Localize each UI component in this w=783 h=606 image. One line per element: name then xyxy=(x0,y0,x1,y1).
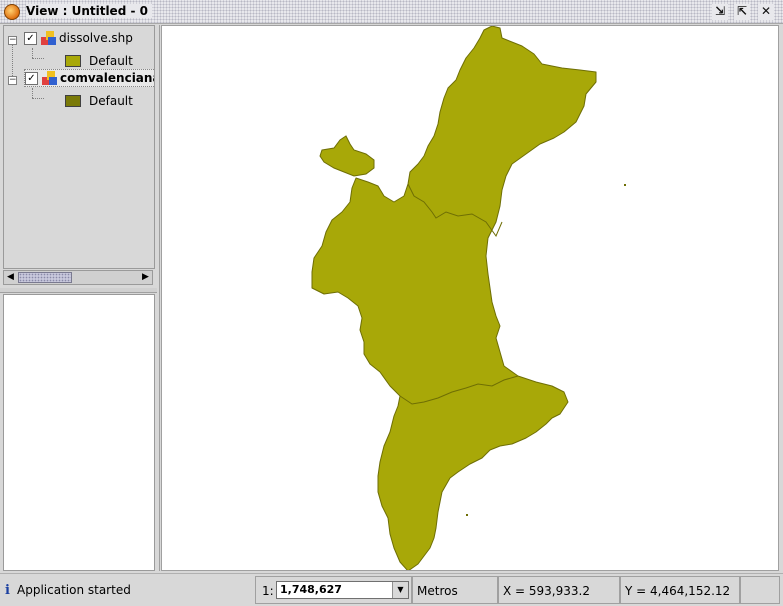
tree-line xyxy=(32,88,33,98)
chevron-down-icon[interactable]: ▼ xyxy=(392,582,408,598)
maximize-icon[interactable]: ⇱ xyxy=(734,4,750,20)
status-bar: i Application started 1: 1,748,627 ▼ Met… xyxy=(0,573,783,606)
scale-panel: 1: 1,748,627 ▼ xyxy=(255,576,412,604)
scale-combobox[interactable]: 1,748,627 ▼ xyxy=(276,581,409,599)
region-polygon-main[interactable] xyxy=(311,26,597,571)
layer-visibility-checkbox[interactable]: ✓ xyxy=(24,31,37,45)
locator-panel xyxy=(3,294,155,571)
toc-horizontal-scrollbar[interactable]: ◀ ▶ xyxy=(3,270,153,285)
legend-label: Default xyxy=(89,94,133,108)
scale-prefix: 1: xyxy=(262,584,274,598)
scrollbar-thumb[interactable] xyxy=(18,272,72,283)
info-icon: i xyxy=(5,583,10,598)
layer-visibility-checkbox[interactable]: ✓ xyxy=(25,71,38,85)
layer-item-comvalenciana[interactable]: ✓ comvalenciana xyxy=(24,69,155,87)
title-bar[interactable]: View : Untitled - 0 ⇲ ⇱ ✕ xyxy=(0,0,783,24)
expand-toggle-icon[interactable]: − xyxy=(8,36,17,45)
status-extra-field xyxy=(740,576,780,604)
tree-line xyxy=(12,40,13,80)
island-point xyxy=(466,514,468,516)
scroll-right-arrow-icon[interactable]: ▶ xyxy=(140,272,151,283)
layer-name: dissolve.shp xyxy=(59,31,133,45)
legend-color-swatch xyxy=(65,95,81,107)
close-icon[interactable]: ✕ xyxy=(758,4,774,20)
status-message: Application started xyxy=(17,583,131,597)
legend-item-default[interactable]: Default xyxy=(65,52,133,70)
window-title: View : Untitled - 0 xyxy=(26,4,152,18)
map-svg xyxy=(311,26,626,571)
expand-toggle-icon[interactable]: − xyxy=(8,76,17,85)
layer-item-dissolve[interactable]: ✓ dissolve.shp xyxy=(24,29,133,47)
map-canvas[interactable] xyxy=(161,25,779,571)
region-polygon-exclave[interactable] xyxy=(319,135,375,177)
view-window: View : Untitled - 0 ⇲ ⇱ ✕ − ✓ dissolve.s… xyxy=(0,0,783,606)
legend-item-default[interactable]: Default xyxy=(65,92,133,110)
scale-value: 1,748,627 xyxy=(280,583,342,596)
legend-color-swatch xyxy=(65,55,81,67)
vector-layer-icon xyxy=(42,70,57,86)
units-field: Metros xyxy=(412,576,498,604)
tree-line xyxy=(32,58,44,59)
scroll-left-arrow-icon[interactable]: ◀ xyxy=(5,272,16,283)
tree-line xyxy=(32,98,44,99)
panel-splitter[interactable] xyxy=(0,288,157,293)
layer-name: comvalenciana xyxy=(60,71,155,85)
left-panel: − ✓ dissolve.shp Default − ✓ comvalencia… xyxy=(0,25,160,571)
table-of-contents: − ✓ dissolve.shp Default − ✓ comvalencia… xyxy=(3,25,155,269)
tree-line xyxy=(32,48,33,58)
island-point xyxy=(624,184,626,186)
gvsig-logo-icon xyxy=(4,4,20,20)
y-coordinate-field: Y = 4,464,152.12 xyxy=(620,576,740,604)
vector-layer-icon xyxy=(41,30,56,46)
legend-label: Default xyxy=(89,54,133,68)
x-coordinate-field: X = 593,933.2 xyxy=(498,576,620,604)
minimize-icon[interactable]: ⇲ xyxy=(712,4,728,20)
